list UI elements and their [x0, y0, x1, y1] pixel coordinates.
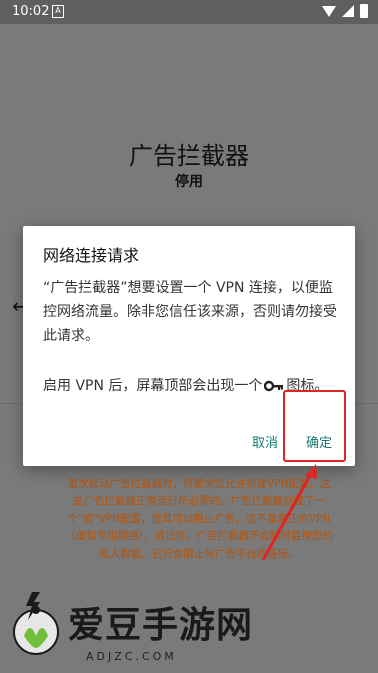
watermark: 爱豆手游网 ADJZC.COM	[10, 586, 270, 668]
dialog-title: 网络连接请求	[43, 246, 140, 265]
signal-icon	[342, 5, 354, 17]
ok-button-highlight	[283, 390, 346, 462]
watermark-logo-icon	[13, 592, 59, 655]
status-icons	[322, 4, 368, 18]
watermark-sub: ADJZC.COM	[86, 650, 177, 663]
vpn-notice-text: 首次启动广告拦截器时，将要求您允许创建VPN配置。这是广告拦截器正常运行所必需的…	[65, 478, 333, 560]
watermark-text: 爱豆手游网	[68, 605, 254, 646]
key-icon	[264, 380, 284, 392]
app-status: 停用	[175, 174, 203, 190]
dialog-message: “广告拦截器”想要设置一个 VPN 连接，以便监控网络流量。除非您信任该来源，否…	[43, 276, 339, 398]
status-bar: 10:02 A	[0, 0, 378, 24]
notification-icon: A	[52, 5, 64, 18]
app-title: 广告拦截器	[129, 142, 249, 170]
dialog-message-1: “广告拦截器”想要设置一个 VPN 连接，以便监控网络流量。除非您信任该来源，否…	[43, 280, 337, 344]
status-time: 10:02	[12, 4, 50, 19]
dialog-message-2-before: 启用 VPN 后，屏幕顶部会出现一个	[43, 378, 263, 394]
wifi-icon	[322, 5, 336, 17]
cancel-button[interactable]: 取消	[252, 432, 278, 451]
battery-icon	[360, 4, 368, 18]
